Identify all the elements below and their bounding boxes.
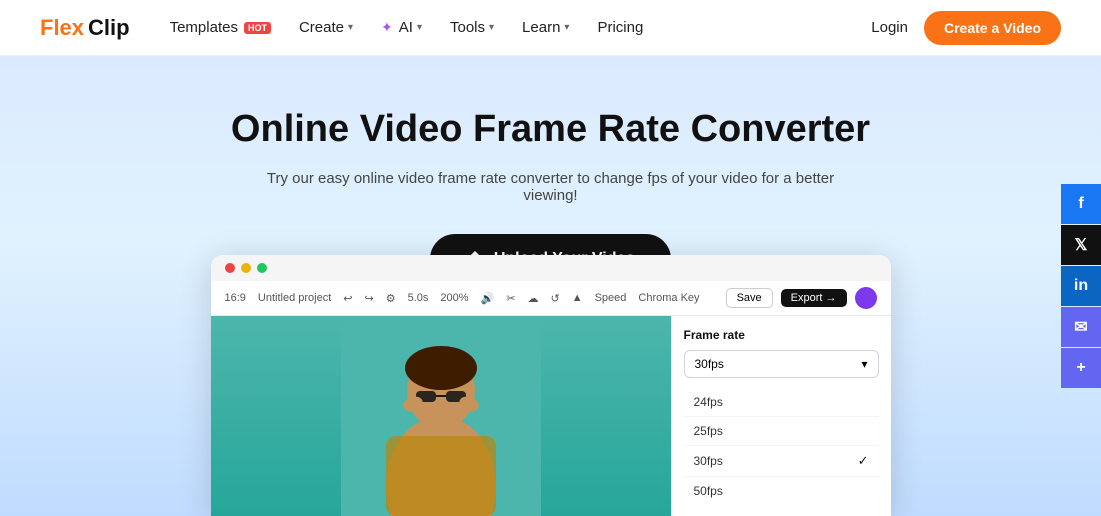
settings-icon[interactable]: ⚙ [386, 292, 396, 305]
person-illustration [341, 316, 541, 516]
chevron-icon: ▾ [489, 22, 494, 33]
editor-toolbar: 16:9 Untitled project ↩ ↪ ⚙ 5.0s 200% 🔊 … [211, 281, 891, 316]
selected-fps: 30fps [695, 357, 724, 371]
editor-titlebar [211, 255, 891, 281]
logo-clip: Clip [88, 15, 130, 41]
fps-option-25[interactable]: 25fps [684, 417, 879, 446]
nav-pricing[interactable]: Pricing [597, 19, 643, 36]
project-name: Untitled project [258, 292, 331, 304]
email-share-button[interactable]: ✉ [1061, 307, 1101, 347]
toolbar-right: Save Export → [726, 287, 877, 309]
scissors-icon[interactable]: ✂ [506, 292, 515, 305]
zoom: 200% [440, 292, 468, 304]
save-button-mock[interactable]: Save [726, 288, 773, 308]
chevron-icon: ▾ [417, 22, 422, 33]
nav-links: Templates HOT Create ▾ ✦ AI ▾ Tools ▾ Le… [170, 19, 872, 36]
audio-icon[interactable]: 🔊 [481, 292, 495, 305]
ai-star-icon: ✦ [381, 19, 393, 36]
linkedin-share-button[interactable]: in [1061, 266, 1101, 306]
plus-icon: + [1076, 359, 1085, 377]
dot-green [257, 263, 267, 273]
cloud-icon[interactable]: ☁ [527, 292, 538, 305]
hero-subtitle: Try our easy online video frame rate con… [241, 170, 861, 204]
navbar: FlexClip Templates HOT Create ▾ ✦ AI ▾ T… [0, 0, 1101, 56]
editor-body: Frame rate 30fps ▾ 24fps 25fps 30fps ✓ [211, 316, 891, 516]
brand-logo[interactable]: FlexClip [40, 15, 130, 41]
more-share-button[interactable]: + [1061, 348, 1101, 388]
toolbar-left: 16:9 Untitled project ↩ ↪ ⚙ 5.0s 200% 🔊 … [225, 292, 700, 305]
dot-red [225, 263, 235, 273]
frame-options-list: 24fps 25fps 30fps ✓ 50fps [684, 388, 879, 505]
nav-templates[interactable]: Templates HOT [170, 19, 271, 36]
frame-rate-title: Frame rate [684, 328, 879, 342]
facebook-icon: f [1078, 195, 1083, 213]
hero-title: Online Video Frame Rate Converter [231, 108, 870, 152]
twitter-x-icon: 𝕏 [1075, 235, 1088, 255]
fps-option-50[interactable]: 50fps [684, 477, 879, 505]
fps-option-30[interactable]: 30fps ✓ [684, 446, 879, 477]
duration: 5.0s [408, 292, 429, 304]
rotate-icon[interactable]: ↺ [550, 292, 559, 305]
frame-rate-panel: Frame rate 30fps ▾ 24fps 25fps 30fps ✓ [671, 316, 891, 516]
linkedin-icon: in [1074, 277, 1088, 295]
adjust-icon[interactable]: ▲ [572, 292, 583, 304]
fps-option-24[interactable]: 24fps [684, 388, 879, 417]
checkmark-icon: ✓ [858, 453, 869, 469]
hot-badge: HOT [244, 22, 271, 34]
twitter-share-button[interactable]: 𝕏 [1061, 225, 1101, 265]
email-icon: ✉ [1074, 317, 1087, 337]
avatar [855, 287, 877, 309]
editor-mockup: 16:9 Untitled project ↩ ↪ ⚙ 5.0s 200% 🔊 … [211, 255, 891, 516]
aspect-ratio: 16:9 [225, 292, 246, 304]
undo-icon[interactable]: ↩ [343, 292, 352, 305]
nav-tools[interactable]: Tools ▾ [450, 19, 494, 36]
dropdown-chevron: ▾ [861, 357, 867, 371]
person-background [211, 316, 671, 516]
chevron-icon: ▾ [348, 22, 353, 33]
logo-flex: Flex [40, 15, 84, 41]
login-button[interactable]: Login [871, 19, 908, 36]
hero-section: Online Video Frame Rate Converter Try ou… [0, 56, 1101, 516]
facebook-share-button[interactable]: f [1061, 184, 1101, 224]
dot-yellow [241, 263, 251, 273]
chroma-key-label[interactable]: Chroma Key [638, 292, 699, 304]
chevron-icon: ▾ [564, 22, 569, 33]
speed-label[interactable]: Speed [595, 292, 627, 304]
nav-actions: Login Create a Video [871, 11, 1061, 45]
frame-rate-select[interactable]: 30fps ▾ [684, 350, 879, 378]
redo-icon[interactable]: ↪ [365, 292, 374, 305]
video-panel [211, 316, 671, 516]
create-video-button[interactable]: Create a Video [924, 11, 1061, 45]
export-button-mock[interactable]: Export → [781, 289, 847, 307]
nav-ai[interactable]: ✦ AI ▾ [381, 19, 422, 36]
nav-create[interactable]: Create ▾ [299, 19, 353, 36]
social-sidebar: f 𝕏 in ✉ + [1061, 184, 1101, 388]
nav-learn[interactable]: Learn ▾ [522, 19, 569, 36]
